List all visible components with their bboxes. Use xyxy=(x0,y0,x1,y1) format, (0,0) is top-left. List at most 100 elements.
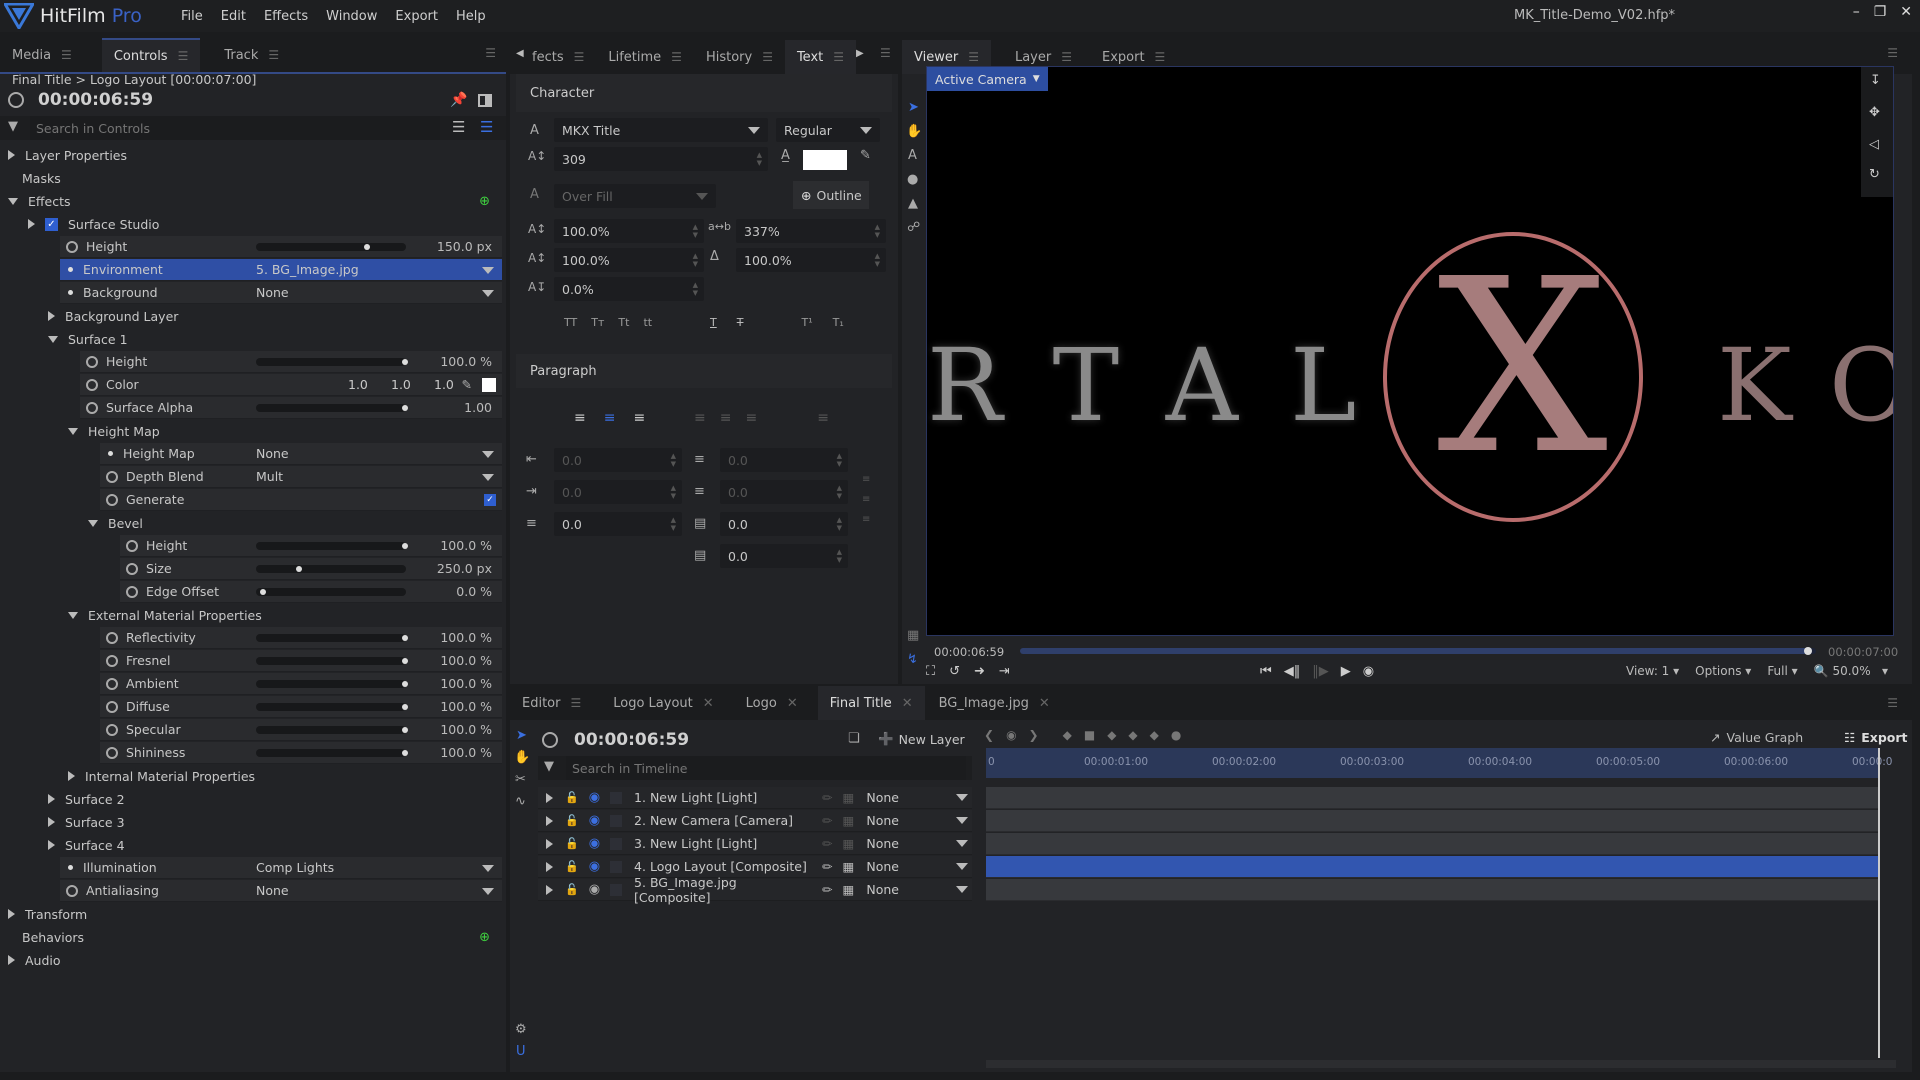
menu-icon[interactable]: ☰ xyxy=(61,48,72,62)
orbit-tool-icon[interactable]: ☍ xyxy=(907,220,920,235)
property-value[interactable]: 100.0 % xyxy=(440,538,492,553)
chevron-down-icon[interactable] xyxy=(482,290,494,297)
indent-right-input[interactable]: 0.0 ▲ ▼ xyxy=(554,480,682,504)
property-value[interactable]: 100.0 % xyxy=(440,653,492,668)
menu-window[interactable]: Window xyxy=(317,9,386,24)
property-value[interactable]: 100.0 % xyxy=(440,630,492,645)
justify-center-button[interactable]: ≡ xyxy=(720,410,732,426)
transparency-icon[interactable]: ▦ xyxy=(843,882,855,897)
motion-blur-icon[interactable]: ✏ xyxy=(822,859,832,874)
character-section-header[interactable]: Character xyxy=(516,74,892,112)
keyframe-linear-icon[interactable]: ◆ xyxy=(1063,728,1072,742)
layer-name[interactable]: 1. New Light [Light] xyxy=(634,790,814,805)
expand-arrow-icon[interactable] xyxy=(546,815,553,826)
keyframe-toggle-icon[interactable] xyxy=(66,240,78,253)
layer-name[interactable]: 4. Logo Layout [Composite] xyxy=(634,859,814,874)
tab-controls[interactable]: Controls ☰ xyxy=(101,38,201,72)
eyedropper-icon[interactable]: ✎ xyxy=(462,377,472,392)
property-slider[interactable] xyxy=(256,565,406,573)
baseline-shift-input[interactable]: 0.0% ▲ ▼ xyxy=(554,277,704,301)
underline-button[interactable]: T xyxy=(710,316,717,329)
transparency-icon[interactable]: ▦ xyxy=(843,859,855,874)
tree-group-masks[interactable]: Masks xyxy=(8,167,500,189)
expand-arrow-icon[interactable] xyxy=(546,861,553,872)
all-caps-button[interactable]: TT xyxy=(564,316,577,329)
chevron-down-icon[interactable] xyxy=(956,886,969,893)
layer-track-bar[interactable] xyxy=(986,787,1880,809)
expand-arrow-icon[interactable] xyxy=(48,840,55,850)
strikethrough-button[interactable]: T xyxy=(737,316,744,329)
font-family-select[interactable]: MKX Title xyxy=(554,118,768,142)
panel-menu-icon[interactable]: ☰ xyxy=(1887,46,1898,60)
lock-icon[interactable]: 🔓 xyxy=(565,883,579,896)
property-antialiasing[interactable]: Antialiasing None xyxy=(60,880,502,902)
set-in-icon[interactable]: ⇥ xyxy=(999,664,1010,679)
layer-row[interactable]: 🔓 ◉ 3. New Light [Light] ✏ ▦ None xyxy=(538,833,972,855)
expand-arrow-icon[interactable] xyxy=(28,219,35,229)
slider-handle[interactable] xyxy=(295,566,302,572)
chevron-down-icon[interactable] xyxy=(482,865,494,872)
paragraph-section-header[interactable]: Paragraph xyxy=(516,354,892,388)
slider-handle[interactable] xyxy=(402,635,408,641)
property-value[interactable]: 100.0 % xyxy=(440,354,492,369)
property-slider[interactable] xyxy=(256,657,408,665)
layer-name[interactable]: 5. BG_Image.jpg [Composite] xyxy=(634,875,814,905)
tree-group-transform[interactable]: Transform xyxy=(8,903,500,925)
layer-name[interactable]: 2. New Camera [Camera] xyxy=(634,813,814,828)
select-tool-icon[interactable]: ➤ xyxy=(908,100,919,115)
property-reflectivity[interactable]: Reflectivity 100.0 % xyxy=(100,627,502,649)
property-value[interactable]: 250.0 px xyxy=(437,561,492,576)
lock-icon[interactable]: 🔓 xyxy=(565,837,579,850)
go-to-start-icon[interactable]: ⏮ xyxy=(1260,664,1272,679)
grid-icon[interactable]: ▦ xyxy=(907,628,919,643)
tree-group-surface-3[interactable]: Surface 3 xyxy=(48,811,500,833)
step-back-icon[interactable]: ◀‖ xyxy=(1284,664,1301,679)
lock-icon[interactable]: 🔓 xyxy=(565,791,579,804)
expand-arrow-icon[interactable] xyxy=(546,792,553,803)
color-r-value[interactable]: 1.0 xyxy=(348,377,368,392)
property-value[interactable]: 100.0 % xyxy=(440,676,492,691)
space-after-input[interactable]: 0.0 ▲ ▼ xyxy=(720,480,848,504)
collapse-arrow-icon[interactable] xyxy=(8,197,18,205)
property-size[interactable]: Size 250.0 px xyxy=(120,558,502,580)
color-b-value[interactable]: 1.0 xyxy=(434,377,454,392)
line-space-input[interactable]: 0.0 ▲ ▼ xyxy=(720,512,848,536)
layer-track-bar[interactable] xyxy=(986,833,1880,855)
motion-blur-icon[interactable]: ✏ xyxy=(822,836,832,851)
view-select[interactable]: View: 1 ▾ xyxy=(1626,664,1679,678)
color-swatch[interactable] xyxy=(482,378,496,392)
mask-tool-icon[interactable]: ▲ xyxy=(908,196,918,211)
panel-menu-icon[interactable]: ☰ xyxy=(1887,696,1898,710)
play-icon[interactable]: ▶ xyxy=(1341,664,1351,679)
step-forward-icon[interactable]: ‖▶ xyxy=(1312,664,1329,679)
tree-group-bevel[interactable]: Bevel xyxy=(88,512,500,534)
tab-track[interactable]: Track ☰ xyxy=(212,38,291,72)
property-diffuse[interactable]: Diffuse 100.0 % xyxy=(100,696,502,718)
blend-mode-value[interactable]: None xyxy=(866,813,956,828)
text-tool-icon[interactable]: A xyxy=(908,148,917,163)
chevron-down-icon[interactable] xyxy=(482,267,494,274)
expand-arrow-icon[interactable] xyxy=(546,838,553,849)
layer-color-swatch[interactable] xyxy=(610,814,623,827)
hand-tool-icon[interactable]: ✋ xyxy=(906,124,922,139)
property-background[interactable]: Background None xyxy=(60,282,502,304)
menu-icon[interactable]: ☰ xyxy=(1155,50,1166,64)
property-slider[interactable] xyxy=(256,542,408,550)
vertical-align-buttons[interactable]: ≡ ≡ ≡ xyxy=(862,470,870,530)
blend-mode-value[interactable]: None xyxy=(866,882,956,897)
set-out-icon[interactable]: ➜ xyxy=(974,664,985,679)
collapse-arrow-icon[interactable] xyxy=(88,519,98,527)
tree-group-effects[interactable]: Effects ⊕ xyxy=(8,190,500,212)
layer-color-swatch[interactable] xyxy=(610,791,623,804)
visibility-eye-icon[interactable]: ◉ xyxy=(589,813,600,828)
layer-track-bar[interactable] xyxy=(986,856,1880,878)
depth-arrow-icon[interactable]: ↧ xyxy=(1870,73,1881,88)
chevron-down-icon[interactable] xyxy=(956,794,969,801)
leading-input[interactable]: 100.0% ▲ ▼ xyxy=(736,248,886,272)
effect-enabled-checkbox[interactable]: ✓ xyxy=(45,217,58,231)
quality-select[interactable]: Full ▾ xyxy=(1767,664,1797,678)
transparency-icon[interactable]: ▦ xyxy=(843,790,855,805)
close-button[interactable]: ✕ xyxy=(1900,4,1912,20)
property-fresnel[interactable]: Fresnel 100.0 % xyxy=(100,650,502,672)
visibility-eye-icon[interactable]: ◉ xyxy=(589,836,600,851)
